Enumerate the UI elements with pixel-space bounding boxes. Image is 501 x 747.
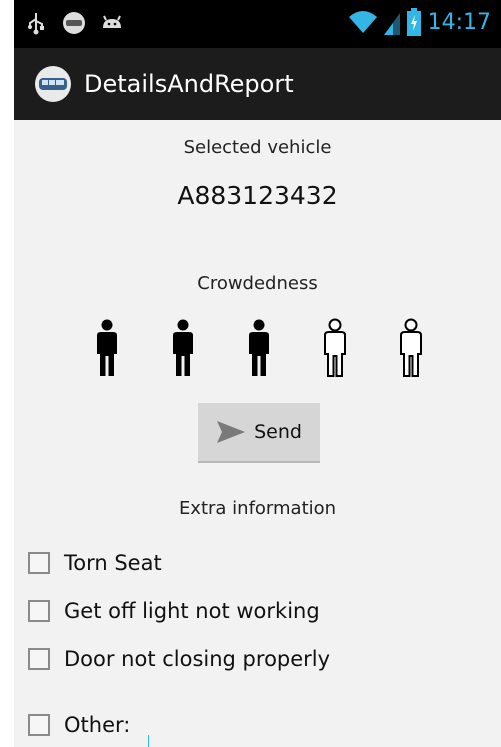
app-notification-icon [63,12,85,34]
checkbox-get-off-light[interactable]: Get off light not working [28,596,320,626]
checkbox-other[interactable]: Other: [28,710,130,740]
action-bar: DetailsAndReport [14,48,501,120]
status-bar: 14:17 [14,0,501,48]
android-icon [103,15,121,28]
selected-vehicle-label: Selected vehicle [183,137,332,158]
send-icon [217,421,246,443]
clock: 14:17 [427,9,491,35]
checkbox[interactable] [28,600,50,622]
checkbox-label: Torn Seat [64,551,162,575]
person-filled-icon[interactable] [168,318,198,378]
checkbox-label: Door not closing properly [64,647,331,671]
send-button-label: Send [254,421,302,443]
vehicle-id: A883123432 [177,181,338,210]
app-screen: 14:17 DetailsAndReport Selected vehicle … [14,0,501,747]
checkbox-label: Get off light not working [64,599,320,623]
crowdedness-label: Crowdedness [197,273,318,294]
app-title: DetailsAndReport [84,70,294,98]
checkbox[interactable] [28,552,50,574]
person-filled-icon[interactable] [92,318,122,378]
wifi-icon [348,11,377,33]
person-filled-icon[interactable] [244,318,274,378]
checkbox[interactable] [28,648,50,670]
checkbox-door-not-closing[interactable]: Door not closing properly [28,644,330,674]
other-text-field[interactable] [148,735,149,747]
system-icons: 14:17 [348,8,491,36]
checkbox-label: Other: [64,713,131,737]
extra-information-label: Extra information [178,498,337,519]
crowdedness-rating[interactable] [92,318,432,380]
checkbox[interactable] [28,714,50,736]
checkbox-torn-seat[interactable]: Torn Seat [28,548,162,578]
person-outline-icon[interactable] [320,318,350,378]
battery-charging-icon [406,8,421,36]
signal-icon [383,13,400,35]
send-button[interactable]: Send [198,403,320,463]
bus-app-icon[interactable] [34,65,72,103]
notification-icons [24,11,124,35]
person-outline-icon[interactable] [396,318,426,378]
usb-icon [28,13,44,35]
